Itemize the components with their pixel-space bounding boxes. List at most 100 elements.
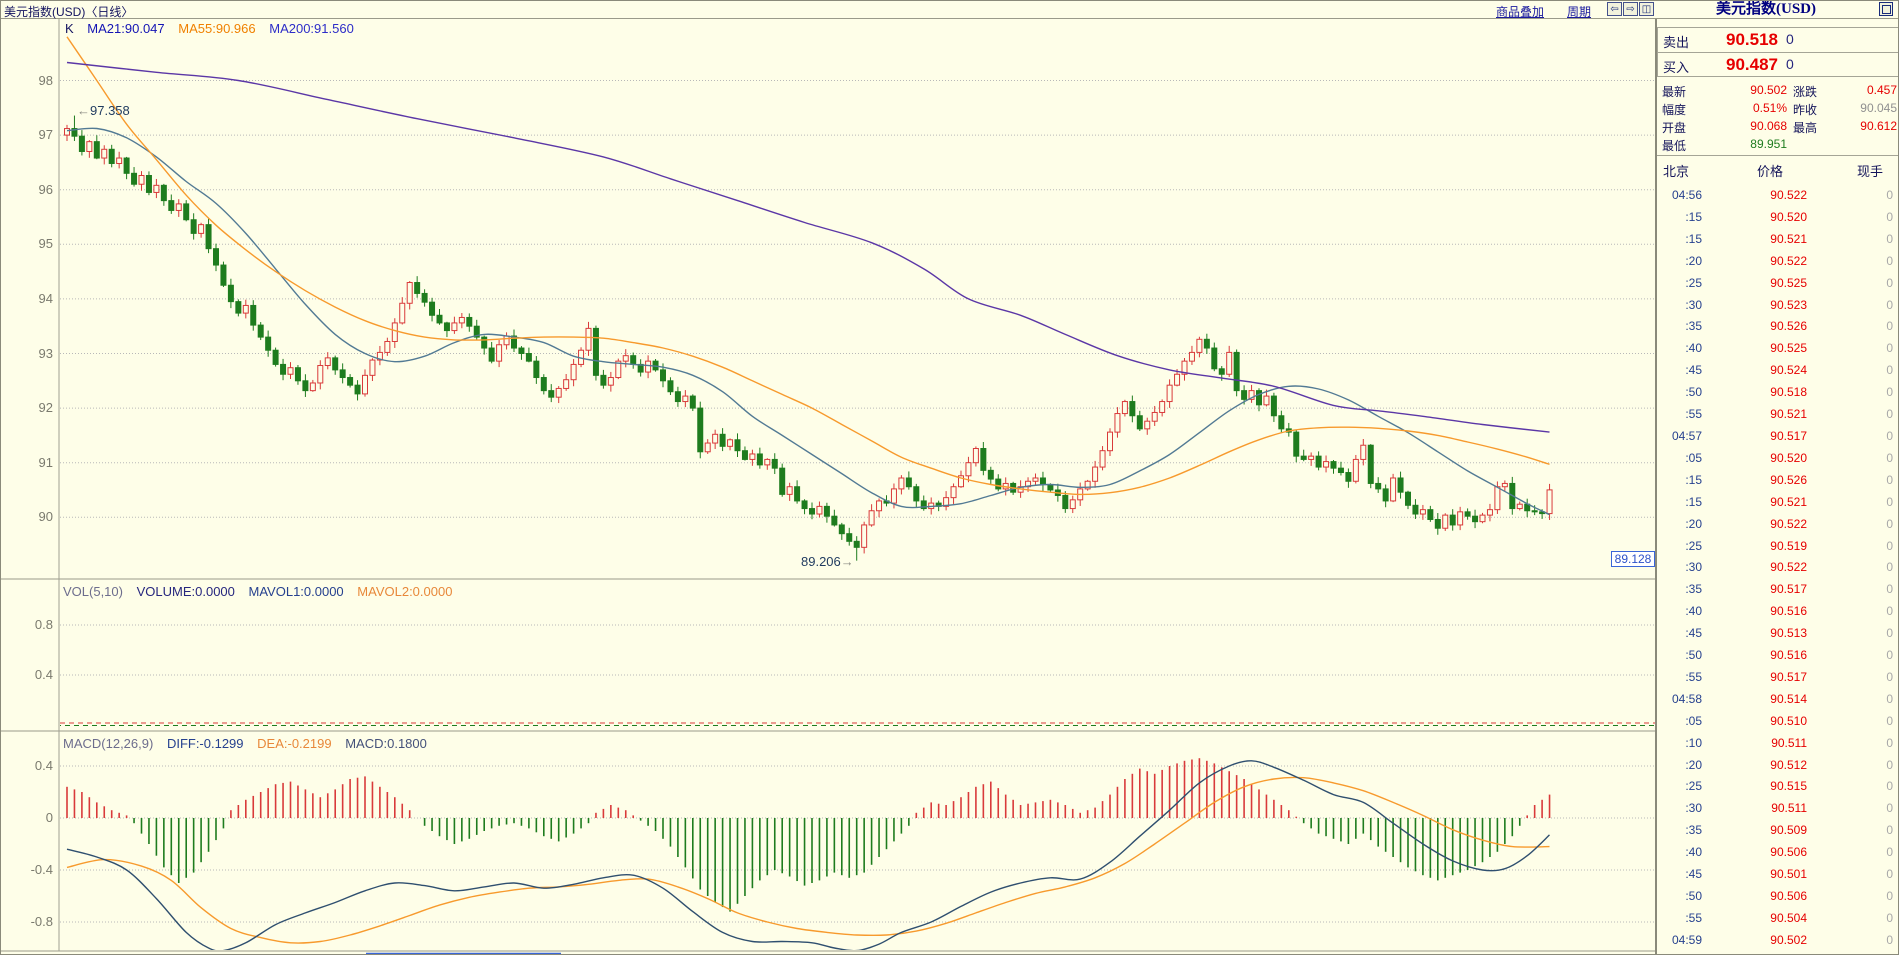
- tick-vol: 0: [1837, 385, 1893, 399]
- tick-price: 90.522: [1717, 560, 1807, 574]
- tick-list-header: 北京 价格 现手: [1657, 155, 1899, 180]
- tick-row[interactable]: :1590.5200: [1657, 207, 1899, 229]
- sell-quote-box[interactable]: 卖出 90.518 0: [1657, 27, 1899, 52]
- tick-time: :40: [1657, 341, 1702, 355]
- tick-row[interactable]: 04:5990.5020: [1657, 930, 1899, 952]
- tick-price: 90.521: [1717, 407, 1807, 421]
- volume-legend-mavol2: MAVOL2:0.0000: [357, 584, 452, 599]
- tick-row[interactable]: :5590.5170: [1657, 667, 1899, 689]
- kline-legend: K MA21:90.047 MA55:90.966 MA200:91.560: [65, 21, 364, 36]
- tick-time: :10: [1657, 736, 1702, 750]
- tick-vol: 0: [1837, 363, 1893, 377]
- split-window-icon[interactable]: ◫: [1639, 2, 1654, 16]
- tick-time: :50: [1657, 889, 1702, 903]
- macd-legend-diff: DIFF:-0.1299: [167, 736, 244, 751]
- tick-price: 90.502: [1717, 933, 1807, 947]
- tick-price: 90.513: [1717, 626, 1807, 640]
- tick-vol: 0: [1837, 407, 1893, 421]
- tick-row[interactable]: :1090.5110: [1657, 733, 1899, 755]
- trading-terminal-window: K MA21:90.047 MA55:90.966 MA200:91.560 V…: [0, 0, 1899, 955]
- tick-vol: 0: [1837, 889, 1893, 903]
- tick-price: 90.511: [1717, 801, 1807, 815]
- tick-row[interactable]: :2590.5150: [1657, 776, 1899, 798]
- tick-price: 90.515: [1717, 779, 1807, 793]
- tick-vol: 0: [1837, 188, 1893, 202]
- tick-time: :40: [1657, 604, 1702, 618]
- volume-axis-label: 0.4: [5, 667, 53, 682]
- tick-vol: 0: [1837, 560, 1893, 574]
- tick-price: 90.501: [1717, 867, 1807, 881]
- period-link[interactable]: 周期: [1567, 3, 1591, 20]
- kline-chart-area[interactable]: K MA21:90.047 MA55:90.966 MA200:91.560 V…: [1, 1, 1656, 955]
- tick-row[interactable]: :1590.5210: [1657, 229, 1899, 251]
- overlay-link[interactable]: 商品叠加: [1496, 3, 1544, 20]
- tick-vol: 0: [1837, 429, 1893, 443]
- tick-vol: 0: [1837, 495, 1893, 509]
- panel-title: 美元指数(USD): [1666, 1, 1866, 18]
- tick-row[interactable]: :4590.5130: [1657, 623, 1899, 645]
- buy-quote-box[interactable]: 买入 90.487 0: [1657, 52, 1899, 77]
- tick-header-vol: 现手: [1857, 161, 1883, 180]
- tick-row[interactable]: :4590.5010: [1657, 864, 1899, 886]
- tick-row[interactable]: :4090.5060: [1657, 842, 1899, 864]
- tick-price: 90.526: [1717, 473, 1807, 487]
- buy-volume: 0: [1786, 56, 1794, 72]
- tick-row[interactable]: :2590.5190: [1657, 536, 1899, 558]
- tick-row[interactable]: :2590.5250: [1657, 273, 1899, 295]
- right-arrow-icon: →: [841, 554, 854, 569]
- candles-layer: [65, 116, 1553, 561]
- tick-row[interactable]: :5090.5180: [1657, 382, 1899, 404]
- volume-axis-label: 0.8: [5, 617, 53, 632]
- tick-price: 90.506: [1717, 889, 1807, 903]
- tick-price: 90.511: [1717, 736, 1807, 750]
- tick-price: 90.517: [1717, 429, 1807, 443]
- tick-time: :30: [1657, 801, 1702, 815]
- tick-row[interactable]: :30 90.522 0: [1657, 557, 1899, 579]
- tick-row[interactable]: :5090.5160: [1657, 645, 1899, 667]
- tick-row[interactable]: :1590.5260: [1657, 470, 1899, 492]
- tick-vol: 0: [1837, 648, 1893, 662]
- tick-list[interactable]: 04:5690.5220:1590.5200:1590.5210:2090.52…: [1657, 185, 1899, 953]
- tick-row[interactable]: :4590.5240: [1657, 360, 1899, 382]
- tick-price: 90.518: [1717, 385, 1807, 399]
- tick-time: :25: [1657, 276, 1702, 290]
- open-value: 90.068: [1697, 119, 1787, 133]
- tick-time: :25: [1657, 779, 1702, 793]
- tick-row[interactable]: :3090.5110: [1657, 798, 1899, 820]
- price-axis-label: 95: [5, 236, 53, 251]
- tick-row[interactable]: :0590.5100: [1657, 711, 1899, 733]
- tick-row[interactable]: :3090.5230: [1657, 295, 1899, 317]
- tick-row[interactable]: :5590.5040: [1657, 908, 1899, 930]
- tick-row[interactable]: :3590.5260: [1657, 316, 1899, 338]
- kline-chart-canvas[interactable]: [1, 1, 1656, 955]
- tick-row[interactable]: 04:5890.5140: [1657, 689, 1899, 711]
- restore-window-icon[interactable]: [1879, 2, 1893, 16]
- tick-row[interactable]: :2090.5220: [1657, 514, 1899, 536]
- tick-price: 90.523: [1717, 298, 1807, 312]
- tick-row[interactable]: :0590.5200: [1657, 448, 1899, 470]
- tick-price: 90.516: [1717, 604, 1807, 618]
- tick-time: 04:59: [1657, 933, 1702, 947]
- tick-time: :30: [1657, 560, 1702, 574]
- tick-time: :25: [1657, 539, 1702, 553]
- tick-row[interactable]: 04:5690.5220: [1657, 185, 1899, 207]
- tick-row[interactable]: :1590.5210: [1657, 492, 1899, 514]
- change-label: 涨跌: [1793, 83, 1817, 100]
- arrow-right-icon[interactable]: ⇨: [1623, 2, 1638, 16]
- tick-row[interactable]: :50 90.506 0: [1657, 886, 1899, 908]
- tick-row[interactable]: :3590.5090: [1657, 820, 1899, 842]
- macd-axis-label: -0.4: [5, 862, 53, 877]
- tick-time: :55: [1657, 670, 1702, 684]
- tick-price: 90.525: [1717, 341, 1807, 355]
- tick-time: :20: [1657, 254, 1702, 268]
- tick-row[interactable]: :2090.5220: [1657, 251, 1899, 273]
- price-axis-label: 96: [5, 182, 53, 197]
- tick-row[interactable]: 04:5790.5170: [1657, 426, 1899, 448]
- tick-row[interactable]: :4090.5160: [1657, 601, 1899, 623]
- tick-row[interactable]: :4090.5250: [1657, 338, 1899, 360]
- tick-row[interactable]: :5590.5210: [1657, 404, 1899, 426]
- arrow-left-icon[interactable]: ⇦: [1607, 2, 1622, 16]
- chart-title: 美元指数(USD)〈日线〉: [4, 3, 133, 20]
- tick-row[interactable]: :2090.5120: [1657, 755, 1899, 777]
- tick-row[interactable]: :3590.5170: [1657, 579, 1899, 601]
